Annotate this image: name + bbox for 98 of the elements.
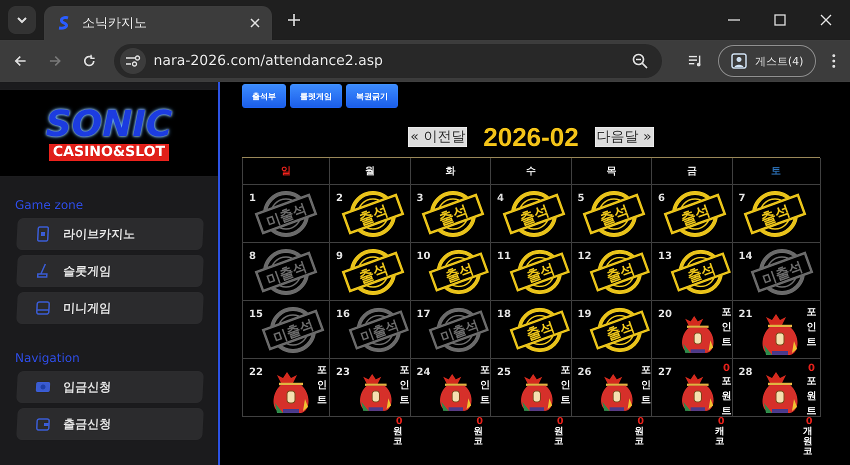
day-number: 8	[249, 251, 256, 262]
day-number: 7	[738, 193, 746, 204]
back-icon	[14, 54, 27, 68]
attended-stamp: 출석	[340, 189, 405, 239]
day-number: 13	[658, 251, 672, 262]
point-amount: 0	[806, 417, 812, 427]
day-number: 17	[416, 309, 430, 320]
new-tab-icon	[288, 14, 300, 26]
sidebar-item[interactable]: 슬롯게임	[16, 255, 204, 287]
next-month-button[interactable]: 다음달 »	[594, 127, 654, 147]
browser-tab[interactable]: 소닉카지노	[44, 6, 272, 40]
day-number: 9	[336, 251, 343, 262]
point-amount: 0	[718, 417, 724, 427]
sidebar-item[interactable]: 출금신청	[16, 408, 204, 440]
day-number: 14	[738, 251, 752, 262]
point-amount: 0	[808, 363, 815, 374]
section-heading: Game zone	[15, 198, 84, 212]
day-number: 3	[416, 193, 424, 204]
day-number: 18	[497, 309, 511, 320]
point-label: 포인트	[316, 364, 327, 408]
point-unit: 캐코	[715, 426, 724, 447]
point-label: 포인트	[641, 364, 651, 408]
media-control-icon	[688, 54, 702, 68]
more-menu-icon	[832, 53, 836, 69]
day-number: 2	[336, 193, 343, 204]
point-label: 포인트	[806, 306, 816, 350]
day-number: 23	[336, 367, 350, 378]
sidebar-item[interactable]: 라이브카지노	[16, 218, 204, 250]
point-amount: 0	[723, 363, 730, 374]
weekday-header: 금	[652, 158, 732, 185]
profile-label: 게스트(4)	[754, 54, 804, 68]
point-label: 포원트	[806, 375, 816, 417]
weekday-header: 화	[410, 158, 491, 185]
menu-button[interactable]: 출석부	[242, 84, 286, 108]
point-label: 포인트	[722, 306, 732, 350]
close-icon	[250, 18, 260, 28]
point-amount: 0	[637, 417, 644, 427]
weekday-header: 수	[491, 158, 572, 185]
point-amount: 0	[476, 417, 483, 427]
reload-icon	[83, 54, 96, 68]
address-bar[interactable]: nara-2026.com/attendance2.asp	[114, 44, 662, 78]
weekday-header: 일	[242, 158, 330, 185]
attended-stamp: 출석	[589, 247, 651, 297]
day-number: 20	[658, 309, 672, 320]
day-number: 1	[249, 193, 256, 204]
weekday-header: 목	[572, 158, 652, 185]
point-unit: 원코	[554, 426, 564, 447]
menu-button[interactable]: 복권긁기	[346, 84, 398, 108]
day-number: 16	[336, 309, 350, 320]
logo-title: SONIC	[46, 106, 172, 144]
site-settings-icon	[124, 54, 141, 68]
menu-button[interactable]: 룰렛게임	[290, 84, 342, 108]
previous-month-button[interactable]: « 이전달	[408, 127, 468, 147]
day-number: 22	[249, 367, 263, 378]
sidebar-item[interactable]: 미니게임	[16, 292, 204, 324]
day-number: 5	[578, 193, 584, 204]
url-text: nara-2026.com/attendance2.asp	[154, 53, 384, 69]
person-icon	[730, 53, 747, 69]
point-amount: 0	[396, 417, 402, 427]
month-title: 2026-02	[483, 122, 579, 152]
card-icon	[34, 226, 52, 242]
day-number: 15	[249, 309, 263, 320]
day-number: 26	[578, 367, 592, 378]
point-unit: 원코	[474, 426, 483, 447]
day-number: 10	[416, 251, 430, 262]
weekday-header: 토	[732, 158, 820, 185]
tab-title: 소닉카지노	[82, 15, 148, 32]
forward-icon	[48, 54, 62, 68]
zoom-icon	[632, 53, 648, 69]
point-label: 포인트	[480, 364, 490, 408]
section-heading: Navigation	[15, 351, 81, 365]
day-number: 25	[497, 367, 511, 378]
profile-button[interactable]: 게스트(4)	[718, 45, 816, 77]
day-number: 4	[497, 193, 504, 204]
point-label: 포원트	[722, 375, 732, 417]
wallet-icon	[34, 416, 52, 432]
day-number: 27	[658, 367, 672, 378]
day-number: 24	[416, 367, 430, 378]
point-unit: 원코	[634, 426, 644, 447]
day-number: 11	[497, 251, 511, 262]
day-number: 21	[738, 309, 752, 320]
weekday-header: 월	[330, 158, 410, 185]
logo-subtitle: CASINO&SLOT	[48, 144, 170, 160]
wallet-icon	[34, 379, 52, 395]
day-number: 28	[738, 367, 752, 378]
sidebar-item[interactable]: 입금신청	[16, 371, 204, 403]
day-number: 6	[658, 193, 665, 204]
close-icon	[820, 14, 832, 26]
day-number: 12	[578, 251, 592, 262]
tab-list-button[interactable]	[8, 6, 36, 34]
maximize-icon	[774, 14, 786, 26]
point-unit: 개원코	[803, 426, 812, 457]
point-unit: 원코	[393, 426, 402, 447]
point-label: 포인트	[400, 364, 410, 408]
day-number: 19	[578, 309, 592, 320]
point-amount: 0	[556, 417, 564, 427]
point-label: 포인트	[560, 364, 570, 408]
window-icon	[34, 300, 52, 316]
